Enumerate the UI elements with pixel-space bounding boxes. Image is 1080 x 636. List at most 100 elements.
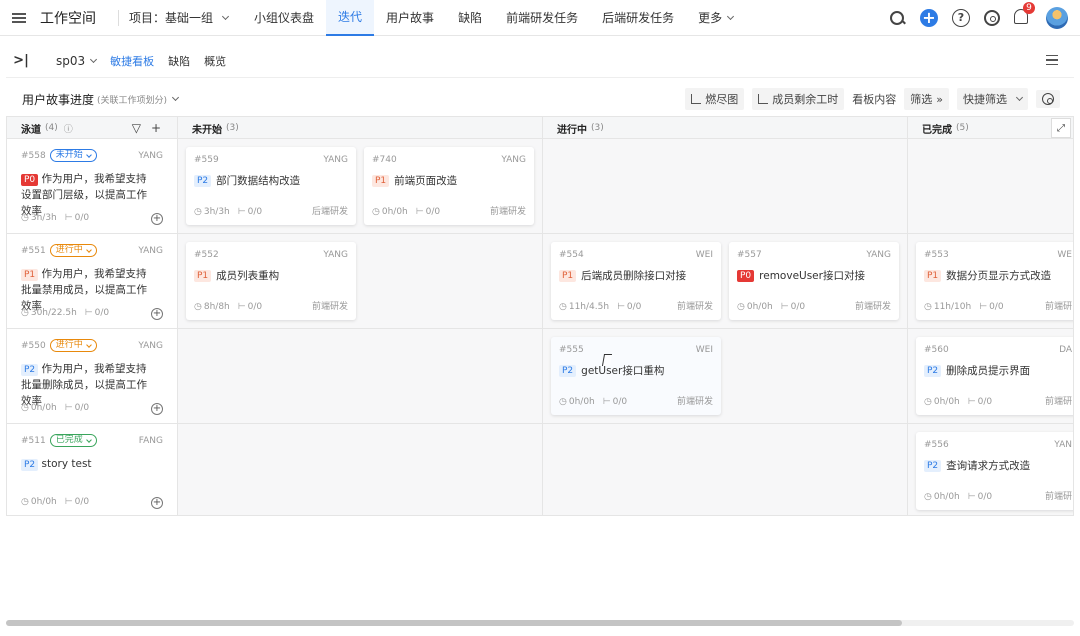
clock-icon: ◷ xyxy=(559,397,567,407)
story-meta: ◷ 0h/0h ⊢ 0/0 xyxy=(21,497,89,507)
task-id: #740 xyxy=(372,155,397,165)
task-meta: ◷ 0h/0h ⊢ 0/0 xyxy=(737,302,805,312)
progress-view-selector[interactable]: 用户故事进度 (关联工作项划分) xyxy=(22,91,180,108)
task-id: #559 xyxy=(194,155,219,165)
nav-user-stories[interactable]: 用户故事 xyxy=(374,0,446,36)
story-card[interactable]: #550 进行中 YANG P2 作为用户，我希望支持批量删除成员，以提高工作效率… xyxy=(7,329,178,423)
status-badge[interactable]: 进行中 xyxy=(49,244,97,257)
task-card[interactable]: #557 YANG P0 removeUser接口对接 ◷ 0h/0h ⊢ 0/0 前端… xyxy=(729,242,899,320)
clock-icon: ◷ xyxy=(21,403,29,413)
add-task-icon[interactable]: + xyxy=(151,497,163,509)
column-header-done: 已完成 (5) xyxy=(908,117,1073,139)
burndown-button[interactable]: 燃尽图 xyxy=(685,88,745,110)
help-icon[interactable]: ? xyxy=(952,9,970,27)
task-card[interactable]: #553 WE P1 数据分页显示方式改造 ◷ 11h/10h ⊢ 0/0 前端研 xyxy=(916,242,1073,320)
filter-button[interactable]: 筛选» xyxy=(904,88,949,110)
task-owner: WEI xyxy=(695,250,713,260)
status-label: 进行中 xyxy=(55,340,83,350)
board-toolbar: 用户故事进度 (关联工作项划分) 燃尽图 成员剩余工时 看板内容 筛选» 快捷筛… xyxy=(6,86,1074,112)
task-title-text: 后端成员删除接口对接 xyxy=(581,270,687,282)
task-hours: 0h/0h xyxy=(933,492,960,502)
swimlane: #550 进行中 YANG P2 作为用户，我希望支持批量删除成员，以提高工作效率… xyxy=(7,329,1073,424)
task-title-text: 部门数据结构改造 xyxy=(216,175,301,187)
clock-icon: ◷ xyxy=(21,497,29,507)
task-card[interactable]: #554 WEI P1 后端成员删除接口对接 ◷ 11h/4.5h ⊢ 0/0 前端研发 xyxy=(551,242,721,320)
fullscreen-icon[interactable]: ⤢ xyxy=(1051,118,1071,138)
project-selector[interactable]: 项目：基础一组 xyxy=(129,9,230,26)
column-count: (3) xyxy=(591,123,604,133)
column-label: 已完成 xyxy=(922,124,952,136)
task-owner: YAN xyxy=(1054,440,1072,450)
status-badge[interactable]: 进行中 xyxy=(49,339,97,352)
task-card[interactable]: #555 WEI P2 getUser接口重构 ◷ 0h/0h ⊢ 0/0 前端研发 xyxy=(551,337,721,415)
task-subtasks: 0/0 xyxy=(247,207,263,217)
add-task-icon[interactable]: + xyxy=(151,213,163,225)
nav-more[interactable]: 更多 xyxy=(686,0,745,36)
filter-icon[interactable]: ▽ xyxy=(132,121,141,135)
story-card[interactable]: #511 已完成 FANG P2 story test ◷ 0h/0h ⊢ 0/0 + xyxy=(7,424,178,515)
scrollbar-thumb[interactable] xyxy=(6,620,902,626)
tab-agile-board[interactable]: 敏捷看板 xyxy=(110,53,154,69)
avatar[interactable] xyxy=(1046,7,1068,29)
task-card[interactable]: #740 YANG P1 前端页面改造 ◷ 0h/0h ⊢ 0/0 前端研发 xyxy=(364,147,534,225)
story-card[interactable]: #558 未开始 YANG P0 作为用户，我希望支持设置部门层级，以提高工作效率… xyxy=(7,139,178,233)
swimlane: #511 已完成 FANG P2 story test ◷ 0h/0h ⊢ 0/0 + … xyxy=(7,424,1073,515)
notification-badge: 9 xyxy=(1023,2,1035,14)
notification-button[interactable]: 9 xyxy=(1014,2,1035,27)
status-label: 未开始 xyxy=(55,150,83,160)
toolbar-actions: 燃尽图 成员剩余工时 看板内容 筛选» 快捷筛选 xyxy=(685,88,1060,110)
board-header: 泳道 (4) ⓘ ▽ + 未开始 (3) 进行中 (3) 已完成 (5) ⤢ xyxy=(7,117,1073,139)
nav-frontend-tasks[interactable]: 前端研发任务 xyxy=(494,0,590,36)
task-meta: ◷ 0h/0h ⊢ 0/0 xyxy=(924,397,992,407)
menu-icon[interactable] xyxy=(0,0,38,36)
task-id: #555 xyxy=(559,345,584,355)
story-title-text: story test xyxy=(41,458,92,470)
quick-filter-dropdown[interactable]: 快捷筛选 xyxy=(957,88,1028,110)
story-owner: YANG xyxy=(138,151,163,161)
story-header: #551 进行中 xyxy=(21,244,97,257)
info-icon[interactable]: ⓘ xyxy=(64,122,73,135)
task-card[interactable]: #560 DA P2 删除成员提示界面 ◷ 0h/0h ⊢ 0/0 前端研 xyxy=(916,337,1073,415)
task-team: 前端研发 xyxy=(854,302,891,312)
task-id: #553 xyxy=(924,250,949,260)
add-lane-icon[interactable]: + xyxy=(151,121,161,135)
add-task-icon[interactable]: + xyxy=(151,403,163,415)
sprint-selector[interactable]: sp03 xyxy=(56,54,98,68)
task-team: 前端研发 xyxy=(676,302,713,312)
story-id: #558 xyxy=(21,150,46,161)
task-card[interactable]: #552 YANG P1 成员列表重构 ◷ 8h/8h ⊢ 0/0 前端研发 xyxy=(186,242,356,320)
task-title: P2 删除成员提示界面 xyxy=(924,363,1073,378)
task-subtasks: 0/0 xyxy=(989,302,1004,312)
story-header: #511 已完成 xyxy=(21,434,97,447)
tab-defects[interactable]: 缺陷 xyxy=(168,53,190,69)
status-badge[interactable]: 已完成 xyxy=(49,434,97,447)
story-card[interactable]: #551 进行中 YANG P1 作为用户，我希望支持批量禁用成员，以提高工作效率… xyxy=(7,234,178,328)
search-icon[interactable] xyxy=(888,9,906,27)
nav-iteration[interactable]: 迭代 xyxy=(326,0,375,36)
task-hours: 11h/10h xyxy=(933,302,972,312)
chevron-down-icon xyxy=(172,93,180,102)
settings-icon[interactable] xyxy=(984,10,1000,26)
subtask-icon: ⊢ xyxy=(967,397,976,407)
add-task-icon[interactable]: + xyxy=(151,308,163,320)
nav-dashboard[interactable]: 小组仪表盘 xyxy=(242,0,326,36)
task-card[interactable]: #559 YANG P2 部门数据结构改造 ◷ 3h/3h ⊢ 0/0 后端研发 xyxy=(186,147,356,225)
horizontal-scrollbar[interactable] xyxy=(6,620,1074,626)
story-hours: 30h/22.5h xyxy=(30,308,77,318)
nav-defects[interactable]: 缺陷 xyxy=(446,0,494,36)
status-badge[interactable]: 未开始 xyxy=(49,149,97,162)
collapse-sidebar-icon[interactable]: >| xyxy=(6,53,36,68)
tab-overview[interactable]: 概览 xyxy=(204,53,226,69)
list-view-icon[interactable] xyxy=(1046,55,1058,65)
add-icon[interactable]: + xyxy=(920,9,938,27)
story-title: P2 story test xyxy=(21,456,153,472)
story-header: #550 进行中 xyxy=(21,339,97,352)
nav-backend-tasks[interactable]: 后端研发任务 xyxy=(590,0,686,36)
member-hours-button[interactable]: 成员剩余工时 xyxy=(752,88,845,110)
board-settings-button[interactable] xyxy=(1036,90,1060,108)
task-card[interactable]: #556 YAN P2 查询请求方式改造 ◷ 0h/0h ⊢ 0/0 前端研 xyxy=(916,432,1073,510)
story-title-text: 作为用户，我希望支持批量禁用成员，以提高工作效率 xyxy=(21,268,147,312)
task-owner: DA xyxy=(1059,345,1072,355)
workspace-title[interactable]: 工作空间 xyxy=(40,8,96,28)
story-subtasks: 0/0 xyxy=(74,213,90,223)
